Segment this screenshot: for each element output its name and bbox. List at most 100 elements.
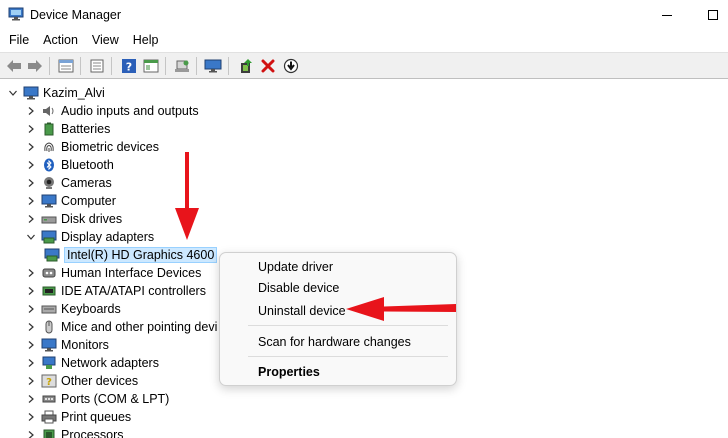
show-hidden-button[interactable]: [87, 56, 107, 76]
menu-separator: [248, 356, 448, 357]
back-button[interactable]: [4, 56, 24, 76]
tree-category-item[interactable]: IDE ATA/ATAPI controllers: [26, 282, 206, 300]
properties-button[interactable]: [56, 56, 76, 76]
keyboard-icon: [41, 302, 57, 316]
scan-hardware-menu-item[interactable]: Scan for hardware changes: [258, 335, 411, 349]
tree-category-item[interactable]: Human Interface Devices: [26, 264, 201, 282]
chevron-down-icon[interactable]: [26, 232, 36, 242]
device-manager-icon: [8, 7, 24, 21]
tree-item-label: Ports (COM & LPT): [61, 392, 170, 406]
help-button[interactable]: ?: [119, 56, 139, 76]
maximize-icon: [708, 10, 718, 20]
menu-help[interactable]: Help: [126, 31, 166, 51]
tree-category-item[interactable]: Processors: [26, 426, 124, 438]
disable-icon: [283, 58, 299, 74]
title-bar: Device Manager: [0, 0, 728, 30]
chevron-right-icon[interactable]: [26, 124, 36, 134]
chevron-right-icon[interactable]: [26, 394, 36, 404]
tree-category-item[interactable]: Display adapters: [26, 228, 154, 246]
monitor-button[interactable]: [203, 56, 223, 76]
svg-text:?: ?: [46, 377, 52, 388]
tree-item-label: Batteries: [61, 122, 111, 136]
chevron-right-icon[interactable]: [26, 376, 36, 386]
tree-category-item[interactable]: Audio inputs and outputs: [26, 102, 199, 120]
help-icon: ?: [122, 59, 136, 74]
disable-device-menu-item[interactable]: Disable device: [258, 281, 339, 295]
tree-category-item[interactable]: Mice and other pointing devi: [26, 318, 217, 336]
tree-category-item[interactable]: Computer: [26, 192, 116, 210]
toolbar-separator: [165, 57, 166, 75]
minimize-button[interactable]: [644, 0, 690, 30]
hid-icon: [41, 266, 57, 280]
battery-icon: [41, 122, 57, 136]
tree-category-item[interactable]: ? Other devices: [26, 372, 138, 390]
uninstall-button[interactable]: [258, 56, 278, 76]
tree-item-label: Keyboards: [61, 302, 121, 316]
tree-item-label: Audio inputs and outputs: [61, 104, 199, 118]
chevron-right-icon[interactable]: [26, 358, 36, 368]
chevron-down-icon[interactable]: [8, 88, 18, 98]
tree-category-item[interactable]: Network adapters: [26, 354, 159, 372]
chevron-right-icon[interactable]: [26, 142, 36, 152]
minimize-icon: [662, 14, 672, 16]
toolbar-separator: [80, 57, 81, 75]
menu-view[interactable]: View: [85, 31, 126, 51]
uninstall-icon: [261, 59, 275, 73]
tree-category-item[interactable]: Keyboards: [26, 300, 121, 318]
camera-icon: [41, 176, 57, 190]
chevron-right-icon[interactable]: [26, 268, 36, 278]
uninstall-device-menu-item[interactable]: Uninstall device: [258, 304, 346, 318]
chevron-right-icon[interactable]: [26, 286, 36, 296]
tree-root[interactable]: Kazim_Alvi: [8, 84, 105, 102]
forward-button[interactable]: [25, 56, 45, 76]
chevron-right-icon[interactable]: [26, 304, 36, 314]
tree-item-label: Network adapters: [61, 356, 159, 370]
toolbar: ?: [0, 52, 728, 79]
maximize-button[interactable]: [690, 0, 728, 30]
tree-device-item[interactable]: Intel(R) HD Graphics 4600: [44, 246, 218, 264]
disable-button[interactable]: [281, 56, 301, 76]
tree-category-item[interactable]: Print queues: [26, 408, 131, 426]
monitor-icon: [41, 338, 57, 352]
chevron-right-icon[interactable]: [26, 160, 36, 170]
tree-item-label: Print queues: [61, 410, 132, 424]
chevron-right-icon[interactable]: [26, 178, 36, 188]
scan-button[interactable]: [172, 56, 192, 76]
update-driver-icon: [241, 59, 252, 73]
tree-category-item[interactable]: Monitors: [26, 336, 109, 354]
view-icon: [143, 59, 159, 73]
tree-item-label: Bluetooth: [61, 158, 114, 172]
tree-category-item[interactable]: Ports (COM & LPT): [26, 390, 169, 408]
processor-icon: [41, 428, 57, 438]
chevron-right-icon[interactable]: [26, 412, 36, 422]
tree-category-item[interactable]: Biometric devices: [26, 138, 159, 156]
back-icon: [7, 60, 21, 72]
chevron-right-icon[interactable]: [26, 322, 36, 332]
chevron-right-icon[interactable]: [26, 214, 36, 224]
tree-item-label: Human Interface Devices: [61, 266, 202, 280]
tree-category-item[interactable]: Bluetooth: [26, 156, 114, 174]
ide-icon: [41, 284, 57, 298]
menu-action[interactable]: Action: [36, 31, 85, 51]
chevron-right-icon[interactable]: [26, 430, 36, 438]
menu-file[interactable]: File: [0, 31, 36, 51]
toolbar-separator: [49, 57, 50, 75]
chevron-right-icon[interactable]: [26, 196, 36, 206]
tree-category-item[interactable]: Batteries: [26, 120, 110, 138]
properties-menu-item[interactable]: Properties: [258, 365, 320, 379]
forward-icon: [28, 60, 42, 72]
tree-item-label: Intel(R) HD Graphics 4600: [64, 247, 218, 263]
chevron-right-icon[interactable]: [26, 340, 36, 350]
view-button[interactable]: [141, 56, 161, 76]
computer-icon: [41, 194, 57, 208]
toolbar-separator: [228, 57, 229, 75]
tree-item-label: Cameras: [61, 176, 112, 190]
update-driver-button[interactable]: [236, 56, 256, 76]
svg-text:?: ?: [126, 61, 132, 74]
tree-category-item[interactable]: Disk drives: [26, 210, 122, 228]
display-adapter-icon: [44, 248, 60, 262]
tree-item-label: Mice and other pointing devi: [61, 320, 218, 334]
chevron-right-icon[interactable]: [26, 106, 36, 116]
tree-category-item[interactable]: Cameras: [26, 174, 112, 192]
update-driver-menu-item[interactable]: Update driver: [258, 260, 333, 274]
